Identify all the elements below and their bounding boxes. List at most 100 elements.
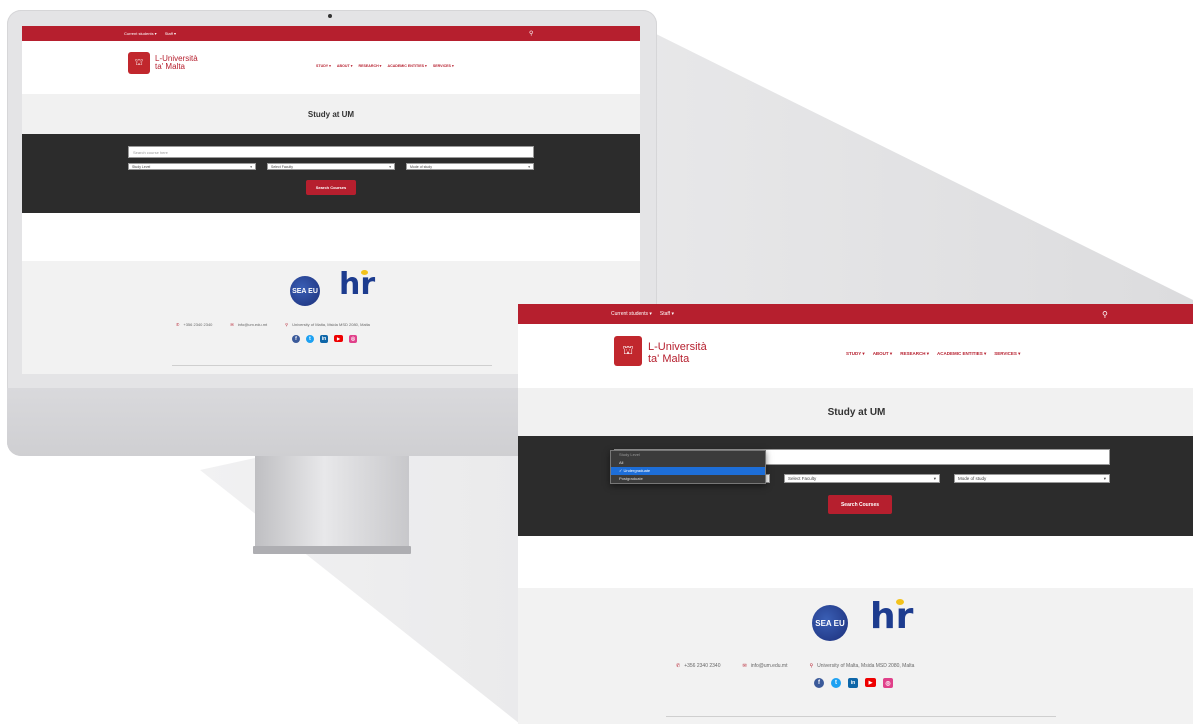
faculty-select[interactable]: Select Faculty ▾	[784, 474, 940, 483]
hr-logo-dot	[361, 270, 368, 275]
course-search-input[interactable]: Search course here	[128, 146, 534, 158]
phone-item[interactable]: ✆ +356 2340 2340	[676, 663, 721, 669]
top-bar: Current students ▾ Staff ▾ ⚲	[22, 26, 640, 41]
search-courses-button[interactable]: Search Courses	[306, 180, 356, 195]
envelope-icon: ✉	[230, 322, 234, 327]
site-header: ⛫ L-Università ta' Malta STUDY ▾ ABOUT ▾…	[518, 324, 1193, 388]
dropdown-header: Study Level	[619, 452, 640, 457]
hr-logo-dot	[896, 599, 904, 605]
envelope-icon: ✉	[742, 663, 747, 669]
topbar-link-current-students[interactable]: Current students ▾	[124, 31, 157, 36]
dropdown-option-all[interactable]: All	[611, 459, 765, 467]
page-title: Study at UM	[827, 406, 886, 418]
facebook-icon[interactable]: f	[292, 335, 300, 343]
topbar-link-staff[interactable]: Staff ▾	[660, 311, 674, 317]
monitor-stand-base	[253, 546, 411, 554]
search-icon[interactable]: ⚲	[1102, 310, 1108, 319]
phone-text: +356 2340 2340	[684, 663, 721, 669]
phone-item[interactable]: ✆ +356 2340 2340	[176, 322, 212, 327]
contact-info: ✆ +356 2340 2340 ✉ info@um.edu.mt ⚲ Univers…	[676, 663, 914, 669]
map-pin-icon: ⚲	[809, 663, 814, 669]
email-text: info@um.edu.mt	[750, 663, 788, 669]
phone-icon: ✆	[676, 663, 681, 669]
university-crest-logo[interactable]: ⛫	[128, 52, 150, 74]
address-text: University of Malta, Msida MSD 2080, Mal…	[292, 322, 370, 327]
website-screen-zoomed: Current students ▾ Staff ▾ ⚲ ⛫ L-Univers…	[518, 304, 1193, 724]
contact-info: ✆ +356 2340 2340 ✉ info@um.edu.mt ⚲ Univers…	[176, 322, 370, 327]
topbar-link-staff[interactable]: Staff ▾	[165, 31, 176, 36]
site-footer: SEA EU hr ✆ +356 2340 2340 ✉ info@um.edu.m…	[518, 588, 1193, 724]
email-item[interactable]: ✉ info@um.edu.mt	[743, 663, 788, 669]
nav-academic-entities[interactable]: ACADEMIC ENTITIES ▾	[937, 351, 986, 357]
sea-eu-logo: SEA EU	[812, 605, 848, 641]
footer-divider	[172, 365, 492, 366]
linkedin-icon[interactable]: in	[320, 335, 328, 343]
youtube-icon[interactable]: ▶	[865, 678, 876, 687]
address-text: University of Malta, Msida MSD 2080, Mal…	[817, 663, 915, 669]
search-courses-button[interactable]: Search Courses	[828, 495, 892, 514]
top-bar: Current students ▾ Staff ▾ ⚲	[518, 304, 1193, 324]
social-links: f t in ▶ ◎	[814, 678, 893, 688]
chevron-down-icon: ▾	[389, 165, 391, 169]
nav-services[interactable]: SERVICES ▾	[433, 64, 454, 68]
site-header: ⛫ L-Università ta' Malta STUDY ▾ ABOUT ▾…	[22, 41, 640, 94]
facebook-icon[interactable]: f	[814, 678, 824, 688]
chevron-down-icon: ▾	[933, 476, 936, 481]
faculty-value: Select Faculty	[271, 165, 293, 169]
sea-eu-logo: SEA EU	[290, 276, 320, 306]
nav-academic-entities[interactable]: ACADEMIC ENTITIES ▾	[388, 64, 427, 68]
nav-research[interactable]: RESEARCH ▾	[900, 351, 929, 357]
topbar-link-current-students[interactable]: Current students ▾	[611, 311, 652, 317]
page-title: Study at UM	[307, 109, 355, 119]
logo-line2: ta' Malta	[648, 352, 690, 365]
logo-line2: ta' Malta	[155, 62, 185, 72]
twitter-icon[interactable]: t	[306, 335, 314, 343]
social-links: f t in ▶ ◎	[292, 335, 357, 343]
email-text: info@um.edu.mt	[237, 322, 268, 327]
instagram-icon[interactable]: ◎	[883, 678, 893, 688]
nav-study[interactable]: STUDY ▾	[846, 351, 865, 357]
course-search-panel: Search course here Study Level ▾ Select F…	[22, 134, 640, 213]
nav-services[interactable]: SERVICES ▾	[994, 351, 1020, 357]
address-item: ⚲ University of Malta, Msida MSD 2080, Ma…	[809, 663, 914, 669]
mode-of-study-select[interactable]: Mode of study ▾	[406, 163, 534, 170]
study-level-value: Study Level	[132, 165, 151, 169]
undergraduate-label: Undergraduate	[623, 468, 651, 473]
main-nav: STUDY ▾ ABOUT ▾ RESEARCH ▾ ACADEMIC ENTI…	[316, 64, 454, 68]
search-icon[interactable]: ⚲	[529, 30, 533, 37]
email-item[interactable]: ✉ info@um.edu.mt	[230, 322, 267, 327]
phone-icon: ✆	[176, 322, 180, 327]
university-logo-text: L-Università ta' Malta	[155, 54, 198, 72]
instagram-icon[interactable]: ◎	[349, 335, 357, 343]
title-band: Study at UM	[518, 388, 1193, 436]
footer-divider	[666, 716, 1056, 717]
mode-of-study-value: Mode of study	[410, 165, 432, 169]
course-search-panel: Search course here Study Level▾ Select F…	[518, 436, 1193, 536]
faculty-select[interactable]: Select Faculty ▾	[267, 163, 395, 170]
mode-of-study-value: Mode of study	[958, 476, 987, 481]
chevron-down-icon: ▾	[250, 165, 252, 169]
study-level-dropdown[interactable]: Study Level All ✓ Undergraduate Postgrad…	[610, 450, 766, 484]
nav-about[interactable]: ABOUT ▾	[337, 64, 353, 68]
youtube-icon[interactable]: ▶	[334, 335, 343, 342]
map-pin-icon: ⚲	[285, 322, 289, 327]
dropdown-option-postgraduate[interactable]: Postgraduate	[611, 475, 765, 483]
faculty-value: Select Faculty	[788, 476, 817, 481]
nav-research[interactable]: RESEARCH ▾	[359, 64, 382, 68]
dropdown-option-undergraduate[interactable]: ✓ Undergraduate	[611, 467, 765, 475]
mode-of-study-select[interactable]: Mode of study ▾	[954, 474, 1110, 483]
twitter-icon[interactable]: t	[831, 678, 841, 688]
nav-about[interactable]: ABOUT ▾	[873, 351, 893, 357]
nav-study[interactable]: STUDY ▾	[316, 64, 331, 68]
address-item: ⚲ University of Malta, Msida MSD 2080, Ma…	[285, 322, 370, 327]
hr-excellence-logo: hr	[870, 596, 914, 637]
study-level-select[interactable]: Study Level ▾	[128, 163, 256, 170]
linkedin-icon[interactable]: in	[848, 678, 858, 688]
logo-line1: L-Università	[648, 341, 707, 353]
chevron-down-icon: ▾	[1103, 476, 1106, 481]
camera-dot	[328, 14, 332, 18]
university-logo-text: L-Università ta' Malta	[648, 341, 707, 365]
hr-excellence-logo: hr	[339, 267, 376, 302]
main-nav: STUDY ▾ ABOUT ▾ RESEARCH ▾ ACADEMIC ENTI…	[846, 351, 1020, 357]
university-crest-logo[interactable]: ⛫	[614, 336, 642, 366]
